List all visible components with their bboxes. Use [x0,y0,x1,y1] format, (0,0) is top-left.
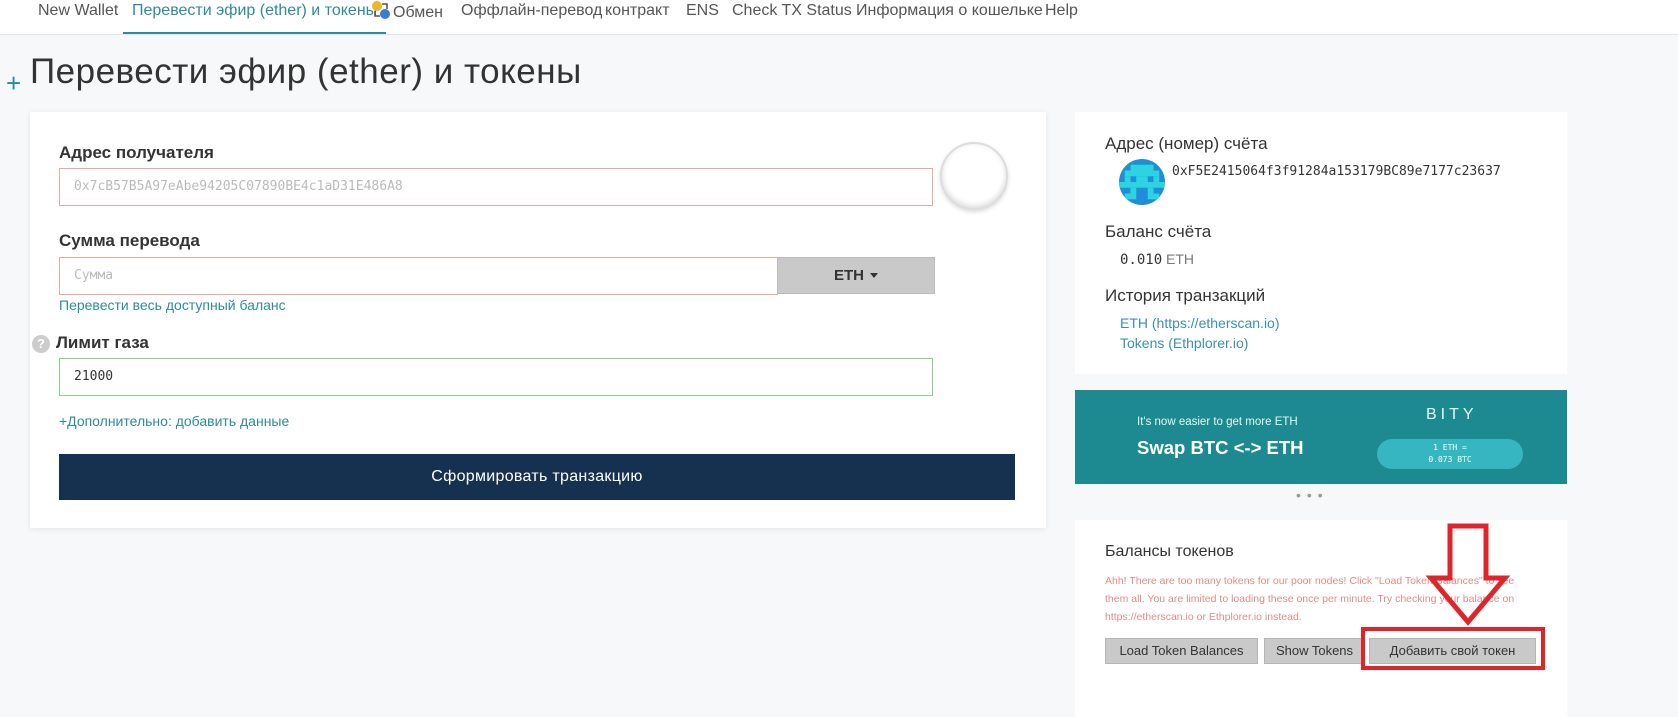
currency-dropdown[interactable]: ETH [777,257,935,294]
recipient-label: Адрес получателя [59,143,214,162]
help-icon[interactable]: ? [32,335,50,353]
top-nav: New Wallet Перевести эфир (ether) и токе… [0,0,1678,35]
annotation-arrow-icon [1425,523,1511,626]
swap-icon [372,1,390,19]
nav-new-wallet[interactable]: New Wallet [38,0,118,34]
generate-transaction-button[interactable]: Сформировать транзакцию [59,454,1015,500]
account-address: 0xF5E2415064f3f91284a153179BC89e7177c236… [1172,164,1501,179]
nav-help[interactable]: Help [1045,0,1078,34]
send-entire-balance-link[interactable]: Перевести весь доступный баланс [59,297,286,313]
token-balances-title: Балансы токенов [1105,543,1234,560]
load-token-balances-button[interactable]: Load Token Balances [1105,638,1258,664]
caret-down-icon [870,273,878,278]
bity-logo: BITY [1426,406,1478,423]
amount-label: Сумма перевода [59,231,200,250]
currency-value: ETH [834,267,864,284]
balance-label: Баланс счёта [1105,222,1212,241]
history-tokens-link[interactable]: Tokens (Ethplorer.io) [1120,335,1248,351]
nav-ens[interactable]: ENS [686,0,719,34]
rate-line-1: 1 ETH = [1433,443,1467,452]
nav-swap[interactable]: Обмен [371,0,443,34]
page-title: Перевести эфир (ether) и токены [30,52,582,91]
balance-display: 0.010 ETH [1120,251,1194,268]
account-address-label: Адрес (номер) счёта [1105,134,1268,153]
carousel-dots[interactable]: ••• [1296,487,1329,503]
rate-pill: 1 ETH = 0.073 BTC [1377,439,1523,469]
balance-value: 0.010 [1120,252,1163,268]
balance-unit: ETH [1166,251,1195,267]
gas-limit-input[interactable]: 21000 [59,358,933,396]
amount-input[interactable]: Сумма [59,257,778,295]
advanced-data-link[interactable]: +Дополнительно: добавить данные [59,413,289,429]
nav-swap-label: Обмен [393,4,443,21]
bity-swap-banner[interactable]: It's now easier to get more ETH Swap BTC… [1075,390,1567,484]
rate-line-2: 0.073 BTC [1428,455,1472,464]
identicon-icon [1119,159,1165,205]
nav-contracts[interactable]: контракт [605,0,670,34]
nav-check-tx[interactable]: Check TX Status [732,0,852,34]
gas-limit-label: Лимит газа [56,333,149,352]
nav-offline[interactable]: Оффлайн-перевод [461,0,602,34]
banner-tagline: It's now easier to get more ETH [1137,416,1298,428]
recipient-address-input[interactable]: 0x7cB57B5A97eAbe94205C07890BE4c1aD31E486… [59,168,933,206]
show-tokens-button[interactable]: Show Tokens [1264,638,1365,664]
history-eth-link[interactable]: ETH (https://etherscan.io) [1120,315,1280,331]
recipient-identicon [940,142,1008,210]
expand-icon[interactable]: + [6,68,21,99]
nav-wallet-info[interactable]: Информация о кошельке [856,0,1043,34]
banner-headline: Swap BTC <-> ETH [1137,437,1304,458]
tx-history-label: История транзакций [1105,286,1266,305]
account-identicon [1119,159,1165,205]
nav-send-ether-tokens[interactable]: Перевести эфир (ether) и токены [123,0,387,34]
annotation-highlight-box [1361,627,1545,670]
